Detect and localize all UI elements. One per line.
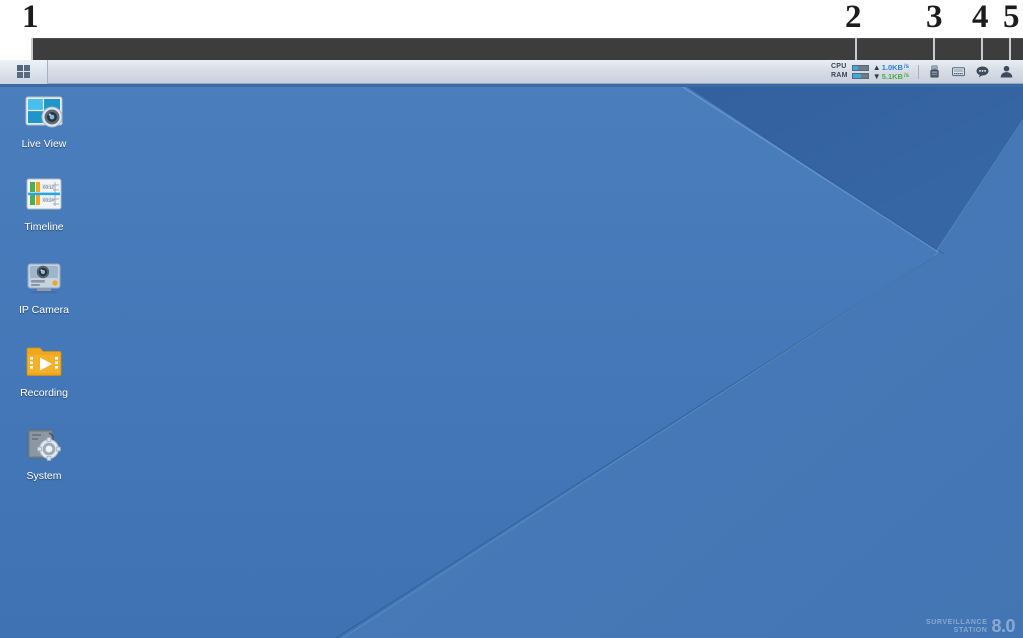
network-traffic: ▲ 1.0KB /s ▼ 5.1KB /s bbox=[873, 63, 909, 81]
annotation-number-2: 2 bbox=[845, 0, 862, 35]
cpu-label: CPU bbox=[830, 63, 847, 70]
main-menu-button[interactable] bbox=[0, 59, 48, 84]
annotation-number-band: 1 2 345 bbox=[0, 0, 1023, 38]
desktop-icon-label: System bbox=[26, 470, 62, 482]
resource-monitor-widget[interactable]: CPU RAM ▲ 1.0KB /s ▼ 5.1KB /s bbox=[826, 60, 914, 84]
download-unit: /s bbox=[903, 72, 909, 79]
desktop-icon-label: Timeline bbox=[24, 221, 64, 233]
resource-labels: CPU RAM bbox=[831, 63, 848, 80]
annotation-number-5: 5 bbox=[1003, 0, 1020, 35]
four-squares-icon bbox=[17, 65, 30, 78]
ram-usage-bar bbox=[851, 72, 869, 79]
annotation-tick-2 bbox=[855, 38, 857, 60]
svg-text:03:24: 03:24 bbox=[43, 197, 55, 202]
system-icon bbox=[23, 423, 65, 465]
upload-unit: /s bbox=[903, 63, 909, 70]
watermark-line-2: STATION bbox=[953, 626, 988, 634]
recording-icon bbox=[23, 340, 65, 382]
download-arrow-icon: ▼ bbox=[872, 71, 881, 81]
svg-text:03:12: 03:12 bbox=[43, 184, 55, 189]
desktop-wallpaper: SURVEILLANCE STATION 8.0 bbox=[0, 60, 1023, 638]
desktop-icon-live-view[interactable]: Live View bbox=[0, 87, 88, 150]
annotation-tick-5 bbox=[1009, 38, 1011, 60]
download-row: ▼ 5.1KB /s bbox=[873, 72, 909, 81]
timeline-icon: 03:12 03:24 bbox=[23, 174, 65, 216]
taskbar-divider bbox=[918, 64, 919, 79]
upload-row: ▲ 1.0KB /s bbox=[873, 63, 909, 72]
watermark-version: 8.0 bbox=[991, 616, 1015, 636]
watermark-line-1: SURVEILLANCE bbox=[925, 619, 988, 626]
desktop-icon-label: Recording bbox=[20, 387, 68, 399]
annotation-number-3: 3 bbox=[926, 0, 943, 35]
keyboard-icon[interactable] bbox=[947, 61, 969, 83]
system-tray bbox=[923, 61, 1023, 83]
wallpaper-graphic bbox=[0, 60, 1023, 638]
ip-camera-icon bbox=[23, 257, 65, 299]
desktop-icon-ip-camera[interactable]: IP Camera bbox=[0, 253, 88, 316]
desktop-icon-list: Live View 03:12 03:24 Timeline IP Camera… bbox=[0, 87, 110, 502]
taskbar: CPU RAM ▲ 1.0KB /s ▼ 5.1KB /s bbox=[0, 59, 1023, 84]
annotation-number-1: 1 bbox=[22, 0, 39, 35]
upload-arrow-icon: ▲ bbox=[872, 62, 881, 72]
download-speed: 5.1KB bbox=[881, 71, 903, 81]
desktop-icon-label: Live View bbox=[21, 138, 67, 150]
desktop-icon-system[interactable]: System bbox=[0, 419, 88, 482]
desktop-icon-label: IP Camera bbox=[19, 304, 69, 316]
annotation-tick-4 bbox=[981, 38, 983, 60]
live-view-icon bbox=[23, 91, 65, 133]
notification-icon[interactable] bbox=[971, 61, 993, 83]
upload-speed: 1.0KB bbox=[881, 62, 903, 72]
external-device-icon[interactable] bbox=[923, 61, 945, 83]
annotation-number-4: 4 bbox=[972, 0, 989, 35]
user-account-icon[interactable] bbox=[995, 61, 1017, 83]
annotation-highlight-bar bbox=[31, 38, 1023, 60]
cpu-usage-bar bbox=[851, 64, 869, 71]
resource-bars bbox=[851, 64, 869, 79]
annotation-tick-3 bbox=[933, 38, 935, 60]
desktop-icon-timeline[interactable]: 03:12 03:24 Timeline bbox=[0, 170, 88, 233]
product-watermark: SURVEILLANCE STATION 8.0 bbox=[925, 616, 1016, 636]
annotation-tick-1 bbox=[31, 38, 33, 60]
desktop-icon-recording[interactable]: Recording bbox=[0, 336, 88, 399]
taskbar-accent-line bbox=[0, 84, 1023, 87]
ram-label: RAM bbox=[830, 72, 848, 79]
